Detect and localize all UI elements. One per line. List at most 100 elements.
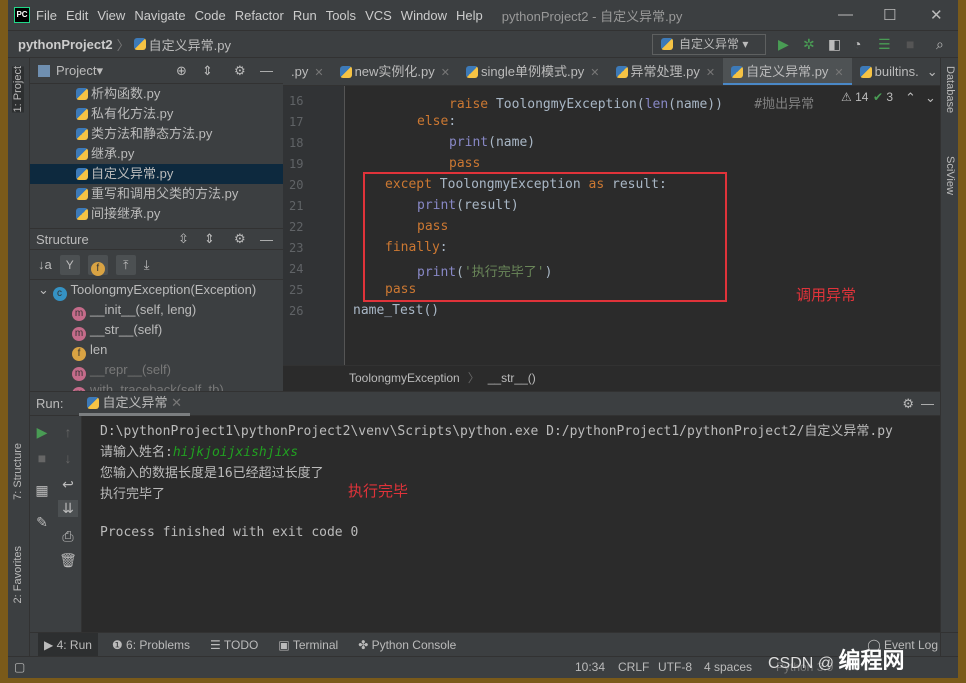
gear-icon[interactable]: ⚙ [902,396,914,412]
run-tab[interactable]: 自定义异常 ✕ [79,392,191,416]
coverage-icon[interactable]: ◧ [828,36,841,53]
layout-icon[interactable]: ▦ [32,482,52,499]
line-separator[interactable]: CRLF [618,657,649,677]
show-fields-icon[interactable]: f [87,254,108,276]
tool-favorites[interactable]: 2: Favorites [12,546,24,603]
close-tab-icon[interactable]: ✕ [441,67,450,79]
tool-sciview[interactable]: SciView [944,156,956,195]
chevron-down-icon[interactable]: ⌄ [38,282,53,297]
show-inherited-icon[interactable]: Y [59,254,80,275]
toggle-tool-windows-icon[interactable]: ▢ [14,657,25,677]
breadcrumb-method[interactable]: __str__() [488,371,536,385]
structure-member[interactable]: m __repr__(self) [30,360,283,381]
tool-structure[interactable]: 7: Structure [12,443,24,500]
close-tab-icon[interactable]: ✕ [834,67,843,79]
bottom-tab-run[interactable]: ▶ 4: Run [38,632,98,657]
code-line[interactable]: pass [449,156,480,171]
hide-icon[interactable]: — [260,63,273,78]
autoscroll-to-source-icon[interactable]: ⤒ [115,254,136,275]
breadcrumb-project[interactable]: pythonProject2 [18,37,113,52]
menu-run[interactable]: Run [293,8,317,23]
soft-wrap-icon[interactable]: ↩ [58,476,78,493]
structure-member[interactable]: f len [30,340,283,361]
warnings-count[interactable]: ⚠ 14 [841,90,868,104]
file-item[interactable]: 重写和调用父类的方法.py [30,184,283,204]
bottom-tab-todo[interactable]: ☰ TODO [204,633,264,657]
close-tab-icon[interactable]: ✕ [706,67,715,79]
file-item[interactable]: 类方法和静态方法.py [30,124,283,144]
collapse-all-icon[interactable]: ⇕ [204,231,215,247]
close-tab-icon[interactable]: ✕ [314,67,323,79]
code-line[interactable]: else: [417,114,456,129]
up-icon[interactable]: ↑ [58,424,78,440]
bottom-tab-problems[interactable]: ❶ 6: Problems [106,633,196,657]
caret-position[interactable]: 10:34 [575,657,605,677]
menu-file[interactable]: File [36,8,57,23]
sort-alpha-icon[interactable]: ↓a [38,257,52,272]
collapse-icon[interactable]: ⇕ [202,63,213,79]
pin-icon[interactable]: ✎ [32,514,52,531]
menu-code[interactable]: Code [195,8,226,23]
profile-icon[interactable]: ◔ [853,36,861,52]
editor-tab[interactable]: .py ✕ [283,58,332,85]
menu-refactor[interactable]: Refactor [235,8,284,23]
autoscroll-from-source-icon[interactable]: ⤓ [144,257,150,273]
stop-icon[interactable]: ■ [906,36,914,52]
prev-highlight-icon[interactable]: ⌃ [905,90,916,106]
next-highlight-icon[interactable]: ⌄ [925,90,936,106]
run-icon[interactable]: ▶ [778,36,789,53]
hide-icon[interactable]: — [260,232,273,247]
editor-tab[interactable]: new实例化.py ✕ [332,58,458,85]
structure-member[interactable]: m __str__(self) [30,320,283,341]
code-line[interactable]: print(name) [449,135,535,150]
down-icon[interactable]: ↓ [58,450,78,466]
tool-project[interactable]: 1: Project [12,66,24,113]
tool-database[interactable]: Database [944,66,956,113]
rerun-icon[interactable]: ▶ [32,424,52,441]
maximize-button[interactable]: ☐ [883,6,896,24]
debug-icon[interactable]: ✲ [803,36,815,53]
menu-window[interactable]: Window [401,8,447,23]
stop-icon[interactable]: ■ [32,450,52,466]
bottom-tab-pythonconsole[interactable]: ✤ Python Console [352,633,462,657]
indent[interactable]: 4 spaces [704,657,752,677]
editor-tab[interactable]: builtins. [852,58,927,85]
menu-help[interactable]: Help [456,8,483,23]
breadcrumb-file[interactable]: 自定义异常.py [149,35,231,54]
scroll-to-end-icon[interactable]: ⇊ [58,500,78,517]
structure-member[interactable]: m __init__(self, leng) [30,300,283,321]
run-config-dropdown[interactable]: 自定义异常 ▾ [652,34,766,55]
file-item[interactable]: 私有化方法.py [30,104,283,124]
menu-view[interactable]: View [97,8,125,23]
print-icon[interactable]: ⎙ [58,528,78,545]
concurrency-icon[interactable]: ☰ [878,36,891,53]
code-line[interactable]: raise ToolongmyException(len(name)) #抛出异… [449,93,814,112]
editor-tab[interactable]: single单例模式.py ✕ [458,58,608,85]
breadcrumb-class[interactable]: ToolongmyException [349,371,460,385]
ok-count[interactable]: ✔ 3 [873,90,893,104]
menu-vcs[interactable]: VCS [365,8,392,23]
file-item[interactable]: 自定义异常.py [30,164,283,184]
structure-root[interactable]: ⌄ c ToolongmyException(Exception) [30,280,283,301]
menu-navigate[interactable]: Navigate [134,8,185,23]
gear-icon[interactable]: ⚙ [234,63,246,79]
minimize-button[interactable]: — [838,6,853,23]
editor-tab[interactable]: 异常处理.py ✕ [608,58,724,85]
file-item[interactable]: 析构函数.py [30,84,283,104]
gear-icon[interactable]: ⚙ [234,231,246,247]
editor-tab[interactable]: 自定义异常.py ✕ [723,58,852,85]
locate-icon[interactable]: ⊕ [176,63,187,79]
trash-icon[interactable]: 🗑 [58,552,78,569]
project-title[interactable]: Project [56,63,96,78]
hide-icon[interactable]: — [921,396,934,411]
bottom-tab-terminal[interactable]: ▣ Terminal [272,633,344,657]
tab-list-icon[interactable]: ⌄ [927,64,938,80]
menu-tools[interactable]: Tools [326,8,356,23]
file-item[interactable]: 间接继承.py [30,204,283,224]
menu-edit[interactable]: Edit [66,8,88,23]
encoding[interactable]: UTF-8 [658,657,692,677]
close-button[interactable]: ✕ [930,6,943,24]
code-line[interactable]: name_Test() [353,303,439,318]
expand-all-icon[interactable]: ⇳ [178,231,189,247]
file-item[interactable]: 继承.py [30,144,283,164]
